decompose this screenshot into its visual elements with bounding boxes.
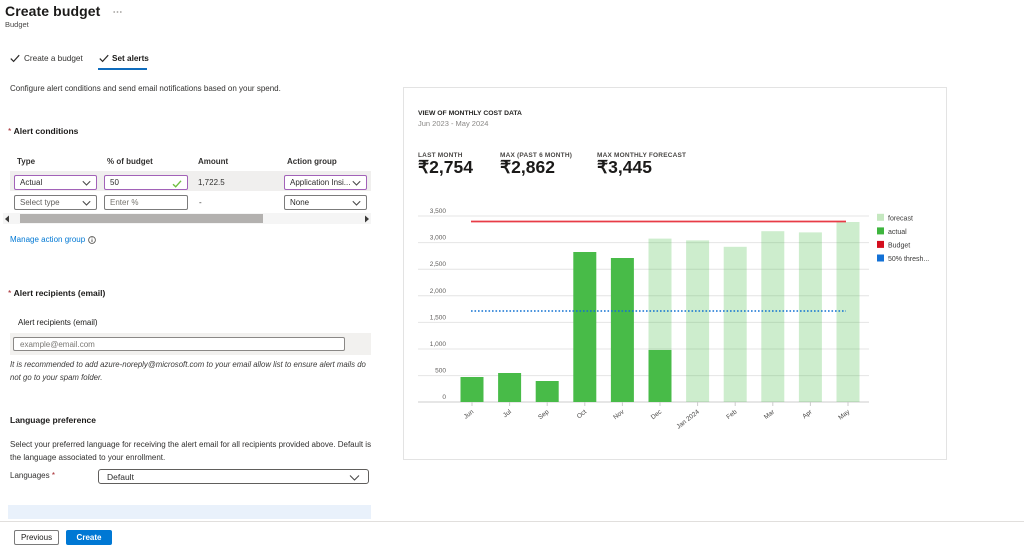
svg-text:forecast: forecast	[888, 215, 913, 222]
svg-text:Nov: Nov	[612, 408, 626, 421]
svg-text:Mar: Mar	[763, 408, 777, 421]
svg-text:Apr: Apr	[801, 408, 814, 420]
svg-text:0: 0	[442, 394, 446, 401]
svg-text:1,000: 1,000	[430, 341, 447, 348]
svg-text:2,500: 2,500	[430, 261, 447, 268]
svg-text:Feb: Feb	[725, 408, 738, 421]
svg-text:500: 500	[435, 368, 446, 375]
svg-text:2,000: 2,000	[430, 288, 447, 295]
svg-text:1,500: 1,500	[430, 314, 447, 321]
svg-text:3,000: 3,000	[430, 235, 447, 242]
svg-text:Sep: Sep	[537, 408, 551, 421]
svg-text:50% thresh...: 50% thresh...	[888, 256, 929, 263]
svg-text:Jun: Jun	[463, 408, 476, 420]
svg-text:Jan 2024: Jan 2024	[675, 408, 701, 430]
svg-text:Dec: Dec	[650, 408, 664, 421]
svg-text:Budget: Budget	[888, 243, 910, 250]
svg-text:actual: actual	[888, 229, 907, 236]
svg-text:Jul: Jul	[502, 408, 513, 419]
svg-text:3,500: 3,500	[430, 208, 447, 215]
svg-text:Oct: Oct	[576, 408, 588, 420]
svg-text:May: May	[837, 408, 852, 422]
